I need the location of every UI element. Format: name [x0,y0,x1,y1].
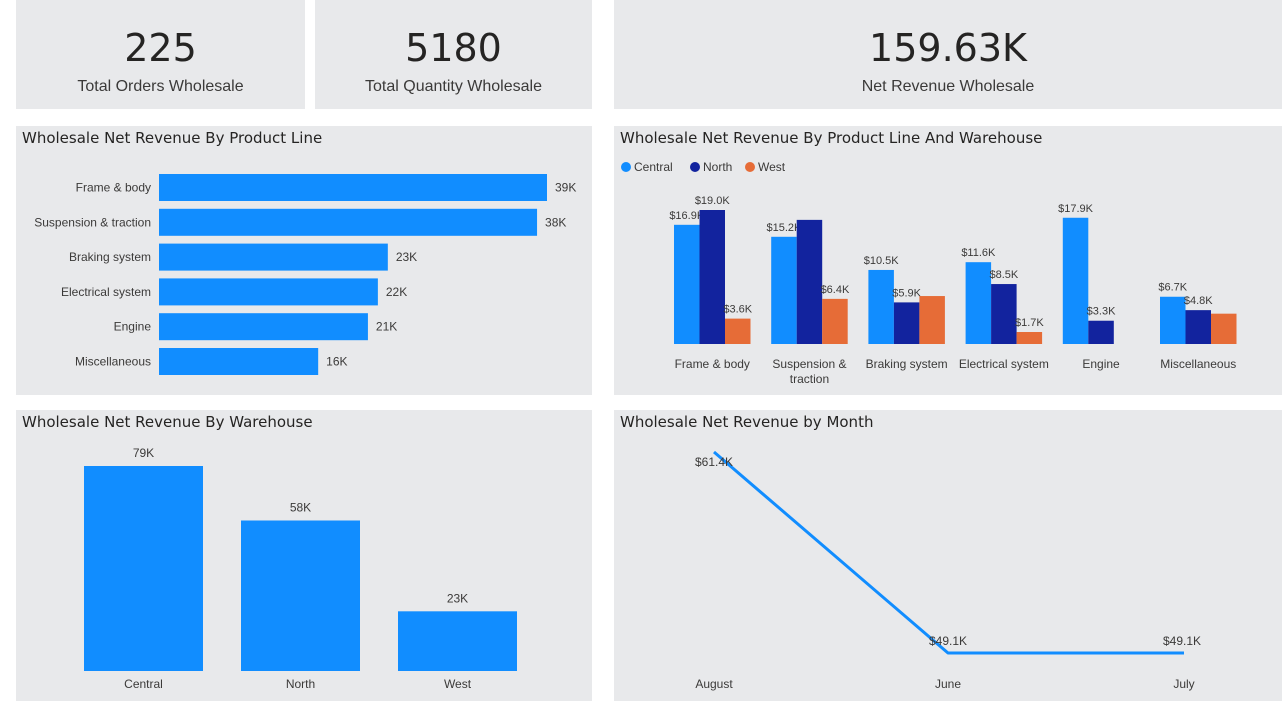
product-line-warehouse-chart: Central North WestFrame & body$16.9K$19.0K… [621,160,1237,386]
product-line-warehouse-chart-card[interactable]: Wholesale Net Revenue By Product Line An… [614,126,1282,395]
kpi-label-total-quantity: Total Quantity Wholesale [365,78,542,95]
x-tick-label: June [935,677,961,691]
legend-marker [745,162,755,172]
data-label: $10.5K [864,255,900,267]
bar [159,278,378,306]
data-label: 79K [133,446,154,460]
legend-label: Central [634,160,673,174]
data-label: 23K [447,591,468,605]
data-label: $3.3K [1087,306,1116,318]
data-label: $1.7K [1015,317,1044,329]
kpi-label-net-revenue: Net Revenue Wholesale [861,78,1035,95]
bar [674,224,700,344]
bar [822,298,848,344]
data-label: $6.7K [1158,282,1187,294]
category-label: Frame & body [76,181,151,195]
kpi-card-net-revenue[interactable]: 159.63K Net Revenue Wholesale [614,0,1282,109]
data-label: $11.6K [961,247,996,259]
data-label: $6.4K [821,284,850,296]
category-label: Miscellaneous [1160,357,1236,371]
bar [1088,320,1114,344]
category-label: Suspension & traction [34,215,151,229]
category-label: Braking system [69,250,151,264]
data-label: $5.9K [892,287,921,299]
bar [241,520,360,671]
bar [84,466,203,671]
category-label: Suspension & [772,357,846,371]
category-label: Central [124,677,163,691]
legend-marker [690,162,700,172]
x-tick-label: July [1173,677,1194,691]
category-label: Electrical system [61,285,151,299]
kpi-value-net-revenue: 159.63K [869,26,1027,70]
bar [868,269,894,344]
kpi-card-total-orders[interactable]: 225 Total Orders Wholesale [16,0,305,109]
legend-marker [621,162,631,172]
bar [893,302,920,344]
data-label: 38K [545,215,566,229]
bar [965,262,992,344]
data-label: 22K [386,285,407,299]
product-line-chart: Frame & body 39K Suspension & traction 38K B… [34,174,576,375]
kpi-value-total-orders: 225 [124,26,197,70]
bar [398,611,517,671]
data-label: $4.8K [1184,295,1213,307]
bar [159,174,547,201]
bar [1185,310,1211,344]
bar [771,236,797,344]
bar [699,210,725,344]
warehouse-chart: 79K Central 58K North 23K West [84,446,517,691]
category-label: traction [790,372,829,386]
category-label: Engine [114,320,152,334]
bar [159,348,319,375]
data-label: $17.9K [1058,203,1094,215]
category-label: Engine [1082,357,1120,371]
month-chart-card[interactable]: Wholesale Net Revenue by Month $61.4K Aug… [614,410,1282,701]
category-label: Electrical system [959,357,1049,371]
data-label: $61.4K [695,455,733,469]
data-label: 58K [290,500,311,514]
bar [991,284,1017,344]
bar [1211,313,1237,344]
data-label: 21K [376,320,397,334]
warehouse-chart-card[interactable]: Wholesale Net Revenue By Warehouse 79K Ce… [16,410,592,701]
bar [159,313,368,341]
kpi-card-total-quantity[interactable]: 5180 Total Quantity Wholesale [315,0,592,109]
data-label: $49.1K [1163,634,1201,648]
legend-label: North [703,160,732,174]
data-label: $8.5K [989,269,1018,281]
category-label: Miscellaneous [75,355,151,369]
data-label: 39K [555,181,576,195]
kpi-label-total-orders: Total Orders Wholesale [77,78,244,95]
category-label: North [286,677,315,691]
bar [725,318,751,344]
data-label: $3.6K [723,304,752,316]
bar [1016,332,1043,344]
data-label: $49.1K [929,634,967,648]
data-label: 16K [326,355,347,369]
bar [919,296,945,344]
series-line [713,450,1184,655]
data-label: $19.0K [695,195,731,207]
month-chart: $61.4K August $49.1K June $49.1K July [695,450,1201,691]
category-label: West [444,677,472,691]
bar [796,219,823,344]
data-label: 23K [396,250,417,264]
category-label: Braking system [866,357,948,371]
legend-label: West [758,160,786,174]
category-label: Frame & body [675,357,750,371]
bar [159,208,538,236]
x-tick-label: August [695,677,733,691]
bar [1062,217,1089,344]
kpi-value-total-quantity: 5180 [405,26,502,70]
bar [159,243,388,271]
product-line-chart-card[interactable]: Wholesale Net Revenue By Product Line Fr… [16,126,592,395]
bar [1160,296,1186,344]
